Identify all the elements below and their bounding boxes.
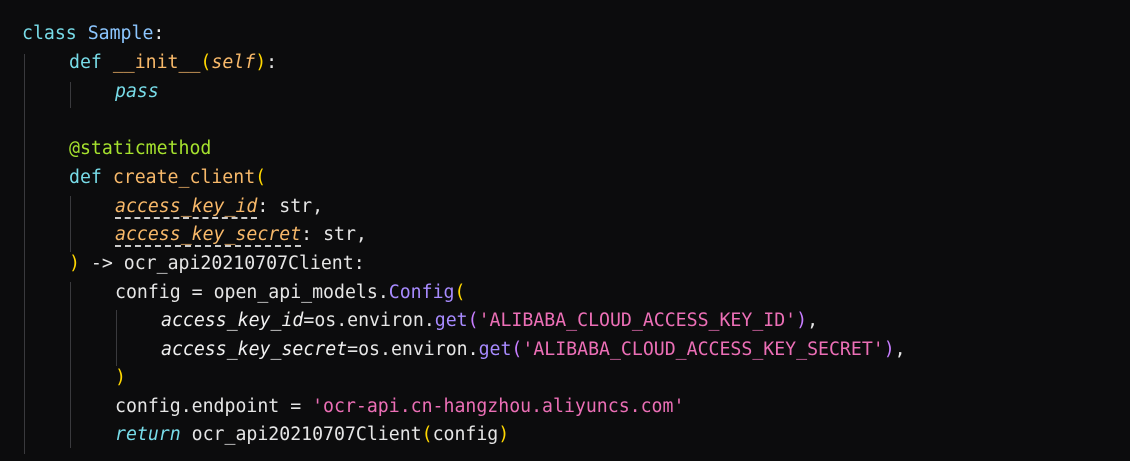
colon: :: [266, 52, 278, 73]
paren: (: [467, 310, 479, 331]
keyword: return: [115, 424, 181, 445]
keyword: class: [22, 23, 77, 44]
string: 'ALIBABA_CLOUD_ACCESS_KEY_SECRET': [522, 339, 884, 360]
variable: config.endpoint: [115, 396, 280, 417]
colon: :: [353, 253, 365, 274]
comma: ,: [894, 339, 906, 360]
argument: config: [432, 424, 499, 445]
decorator: @staticmethod: [69, 138, 212, 159]
paren: (: [454, 282, 466, 303]
code-line-1: class Sample:: [22, 20, 164, 49]
code-line-2: def __init__(self):: [69, 49, 277, 78]
comma: ,: [312, 196, 324, 217]
variable: config: [115, 282, 181, 303]
dot: .: [423, 310, 435, 331]
code-line-3: pass: [115, 78, 159, 107]
paren: ): [796, 310, 808, 331]
dot: .: [467, 339, 479, 360]
code-line-6: def create_client(: [69, 164, 266, 193]
kwarg: access_key_secret: [161, 339, 348, 360]
code-line-7: access_key_id: str,: [115, 193, 323, 222]
object: os.environ: [314, 310, 424, 331]
code-editor[interactable]: class Sample: def __init__(self): pass @…: [0, 0, 1130, 461]
kwarg: access_key_id: [161, 310, 304, 331]
param-name: access_key_id: [115, 196, 258, 217]
operator: =: [347, 339, 359, 360]
code-line-15: return ocr_api20210707Client(config): [115, 421, 509, 450]
self-param: self: [211, 52, 256, 73]
comma: ,: [807, 310, 819, 331]
class-name: Sample: [87, 23, 154, 44]
code-line-9: ) -> ocr_api20210707Client:: [69, 250, 365, 279]
arrow: ->: [79, 253, 124, 274]
string: 'ALIBABA_CLOUD_ACCESS_KEY_ID': [478, 310, 797, 331]
operator: =: [303, 310, 315, 331]
module: open_api_models: [213, 282, 378, 303]
class-ref: ocr_api20210707Client: [191, 424, 422, 445]
dot: .: [377, 282, 389, 303]
paren: ): [115, 367, 126, 388]
keyword: def: [69, 52, 102, 73]
method: get: [478, 339, 512, 360]
keyword: def: [69, 167, 102, 188]
indent-guide: [70, 82, 71, 108]
class-ref: Config: [388, 282, 455, 303]
operator: =: [180, 282, 214, 303]
code-line-10: config = open_api_models.Config(: [115, 279, 465, 308]
indent-guide: [70, 282, 71, 448]
separator: :: [257, 196, 280, 217]
indent-guide: [24, 54, 25, 454]
paren: (: [421, 424, 433, 445]
method: get: [434, 310, 468, 331]
code-line-12: access_key_secret=os.environ.get('ALIBAB…: [161, 336, 906, 365]
keyword: pass: [115, 81, 159, 102]
indent-guide: [116, 310, 117, 366]
param-name: access_key_secret: [115, 224, 302, 245]
code-line-13: ): [115, 364, 126, 393]
object: os.environ: [358, 339, 468, 360]
separator: :: [301, 224, 324, 245]
paren: ): [498, 424, 510, 445]
paren: (: [511, 339, 523, 360]
paren: (: [200, 52, 212, 73]
return-type: ocr_api20210707Client: [123, 253, 354, 274]
code-line-14: config.endpoint = 'ocr-api.cn-hangzhou.a…: [115, 393, 684, 422]
function-name: __init__: [112, 52, 201, 73]
paren: ): [883, 339, 895, 360]
type: str: [279, 196, 313, 217]
code-line-11: access_key_id=os.environ.get('ALIBABA_CL…: [161, 307, 818, 336]
paren: ): [255, 52, 267, 73]
colon: :: [153, 23, 165, 44]
code-line-8: access_key_secret: str,: [115, 221, 367, 250]
paren: (: [255, 167, 267, 188]
comma: ,: [355, 224, 367, 245]
type: str: [323, 224, 356, 245]
string: 'ocr-api.cn-hangzhou.aliyuncs.com': [312, 396, 685, 417]
operator: =: [279, 396, 313, 417]
function-name: create_client: [112, 167, 256, 188]
code-line-5: @staticmethod: [69, 135, 211, 164]
indent-guide: [70, 196, 71, 252]
paren: ): [69, 253, 80, 274]
